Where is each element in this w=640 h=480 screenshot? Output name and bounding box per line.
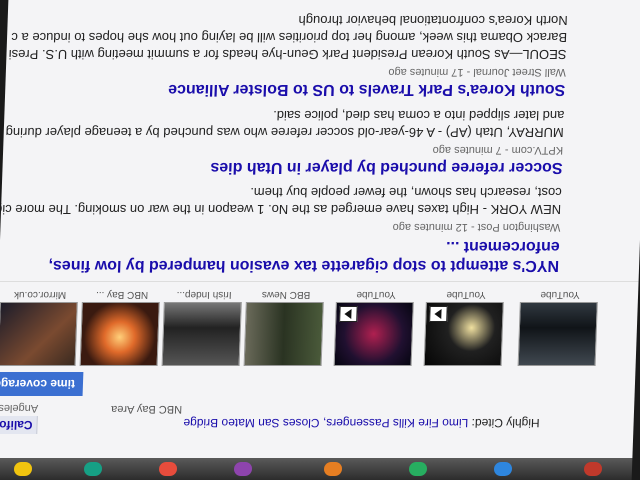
thumbnail-strip: Mirror.co.uk NBC Bay ... Irish Indep... … — [0, 288, 638, 366]
article-source: Wall Street Journal - 17 minutes ago — [388, 66, 567, 78]
realtime-coverage-button[interactable]: time coverage — [0, 372, 84, 396]
thumbnail-source[interactable]: YouTube — [522, 289, 598, 300]
section-tab-label: California — [0, 418, 33, 432]
screen-photo: California Angeles Times Highly Cited: L… — [0, 0, 640, 480]
article-source: KPTV.com - 7 minutes ago — [432, 144, 564, 156]
app-icon[interactable] — [233, 462, 253, 476]
article-snippet: NEW YORK - High taxes have emerged as th… — [0, 202, 562, 217]
article-source: Washington Post - 12 minutes ago — [392, 221, 561, 233]
article-snippet: and later slipped into a coma has died, … — [272, 108, 565, 123]
app-icon[interactable] — [323, 462, 343, 476]
browser-top-bar — [0, 458, 633, 480]
thumbnail-source[interactable]: YouTube — [428, 289, 504, 300]
divider — [0, 281, 639, 282]
article-snippet: MURRAY, Utah (AP) - A 46-year-old soccer… — [5, 125, 565, 140]
article-snippet: North Korea's confrontational behavior t… — [298, 13, 568, 28]
article-headline[interactable]: South Korea's Park Travels to US to Bols… — [168, 80, 566, 98]
highly-cited-label: Highly Cited: — [471, 416, 540, 430]
highly-cited-line: Highly Cited: Limo Fire Kills Passengers… — [183, 416, 540, 430]
thumbnail-video[interactable] — [423, 302, 504, 366]
thumbnail-image[interactable] — [243, 302, 324, 366]
thumbnail-source[interactable]: BBC News — [248, 289, 324, 300]
article-headline[interactable]: NYC's attempt to stop cigarette tax evas… — [48, 256, 559, 274]
thumbnail-source[interactable]: NBC Bay ... — [84, 289, 160, 300]
coverage-button-label: time coverage — [0, 377, 76, 391]
section-subsource: Angeles Times — [0, 402, 39, 414]
thumbnail-image[interactable] — [517, 302, 598, 366]
highly-cited-source: NBC Bay Area — [110, 403, 183, 415]
app-icon[interactable] — [83, 462, 103, 476]
play-icon[interactable] — [429, 306, 448, 322]
article-headline-continued[interactable]: enforcement ... — [446, 237, 560, 255]
app-icon[interactable] — [158, 462, 178, 476]
article-snippet: SEOUL—As South Korean President Park Geu… — [8, 47, 567, 62]
thumbnail-image[interactable] — [0, 302, 78, 366]
thumbnail-image[interactable] — [79, 302, 160, 366]
app-icon[interactable] — [493, 462, 513, 476]
highly-cited-link[interactable]: Limo Fire Kills Passengers, Closes San M… — [183, 416, 468, 430]
thumbnail-source[interactable]: Mirror.co.uk — [2, 289, 78, 300]
thumbnail-video[interactable] — [333, 302, 414, 366]
play-icon[interactable] — [339, 306, 358, 322]
app-icon[interactable] — [583, 462, 603, 476]
article-snippet: Barack Obama this week, among her top pr… — [11, 30, 568, 45]
app-icon[interactable] — [13, 462, 33, 476]
thumbnail-image[interactable] — [161, 302, 242, 366]
thumbnail-source[interactable]: YouTube — [338, 289, 414, 300]
article-headline[interactable]: Soccer referee punched by player in Utah… — [210, 158, 563, 176]
thumbnail-source[interactable]: Irish Indep... — [166, 289, 242, 300]
section-tab-california[interactable]: California — [0, 416, 38, 434]
news-page: California Angeles Times Highly Cited: L… — [0, 0, 640, 458]
article-snippet: cost, research has shown, the fewer peop… — [249, 185, 562, 200]
app-icon[interactable] — [408, 462, 428, 476]
